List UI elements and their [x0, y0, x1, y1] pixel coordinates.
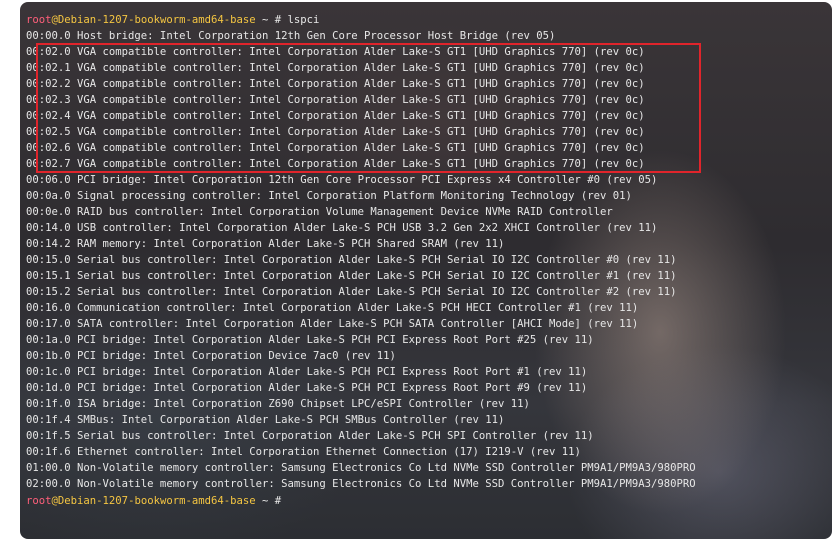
output-line: 02:00.0 Non-Volatile memory controller: …	[26, 478, 696, 490]
prompt-path: ~	[255, 495, 275, 507]
output-line: 00:1c.0 PCI bridge: Intel Corporation Al…	[26, 366, 588, 378]
output-line: 00:14.0 USB controller: Intel Corporatio…	[26, 222, 658, 234]
output-line: 00:1d.0 PCI bridge: Intel Corporation Al…	[26, 382, 588, 394]
output-line: 00:1b.0 PCI bridge: Intel Corporation De…	[26, 350, 396, 362]
output-line: 01:00.0 Non-Volatile memory controller: …	[26, 462, 696, 474]
output-line: 00:02.5 VGA compatible controller: Intel…	[26, 126, 645, 138]
output-line: 00:02.7 VGA compatible controller: Intel…	[26, 158, 645, 170]
output-line: 00:1f.6 Ethernet controller: Intel Corpo…	[26, 446, 581, 458]
output-line: 00:02.4 VGA compatible controller: Intel…	[26, 110, 645, 122]
prompt-user: root	[26, 14, 52, 26]
prompt-symbol: #	[274, 14, 288, 26]
output-line: 00:0a.0 Signal processing controller: In…	[26, 190, 632, 202]
prompt-symbol: #	[274, 495, 288, 507]
output-line: 00:02.2 VGA compatible controller: Intel…	[26, 78, 645, 90]
command-prompt-line[interactable]: root@Debian-1207-bookworm-amd64-base ~ #	[26, 492, 696, 508]
output-line: 00:02.1 VGA compatible controller: Intel…	[26, 62, 645, 74]
output-line: 00:02.3 VGA compatible controller: Intel…	[26, 94, 645, 106]
terminal-output: root@Debian-1207-bookworm-amd64-base ~ #…	[26, 12, 696, 508]
prompt-user: root	[26, 495, 52, 507]
output-line: 00:15.0 Serial bus controller: Intel Cor…	[26, 254, 677, 266]
output-line: 00:1f.4 SMBus: Intel Corporation Alder L…	[26, 414, 505, 426]
output-line: 00:02.6 VGA compatible controller: Intel…	[26, 142, 645, 154]
output-line: 00:15.2 Serial bus controller: Intel Cor…	[26, 286, 677, 298]
prompt-host: Debian-1207-bookworm-amd64-base	[57, 495, 256, 507]
terminal-window[interactable]: root@Debian-1207-bookworm-amd64-base ~ #…	[20, 2, 832, 539]
output-line: 00:0e.0 RAID bus controller: Intel Corpo…	[26, 206, 613, 218]
output-line: 00:1f.0 ISA bridge: Intel Corporation Z6…	[26, 398, 530, 410]
output-line: 00:02.0 VGA compatible controller: Intel…	[26, 46, 645, 58]
output-line: 00:00.0 Host bridge: Intel Corporation 1…	[26, 30, 556, 42]
prompt-command: lspci	[287, 14, 320, 26]
output-line: 00:1a.0 PCI bridge: Intel Corporation Al…	[26, 334, 594, 346]
output-line: 00:1f.5 Serial bus controller: Intel Cor…	[26, 430, 594, 442]
output-line: 00:17.0 SATA controller: Intel Corporati…	[26, 318, 639, 330]
output-line: 00:15.1 Serial bus controller: Intel Cor…	[26, 270, 677, 282]
output-line: 00:06.0 PCI bridge: Intel Corporation 12…	[26, 174, 658, 186]
output-line: 00:14.2 RAM memory: Intel Corporation Al…	[26, 238, 505, 250]
command-prompt-line: root@Debian-1207-bookworm-amd64-base ~ #…	[26, 12, 696, 28]
output-line: 00:16.0 Communication controller: Intel …	[26, 302, 639, 314]
prompt-host: Debian-1207-bookworm-amd64-base	[57, 14, 256, 26]
terminal-cursor[interactable]	[288, 492, 294, 504]
prompt-path: ~	[255, 14, 275, 26]
